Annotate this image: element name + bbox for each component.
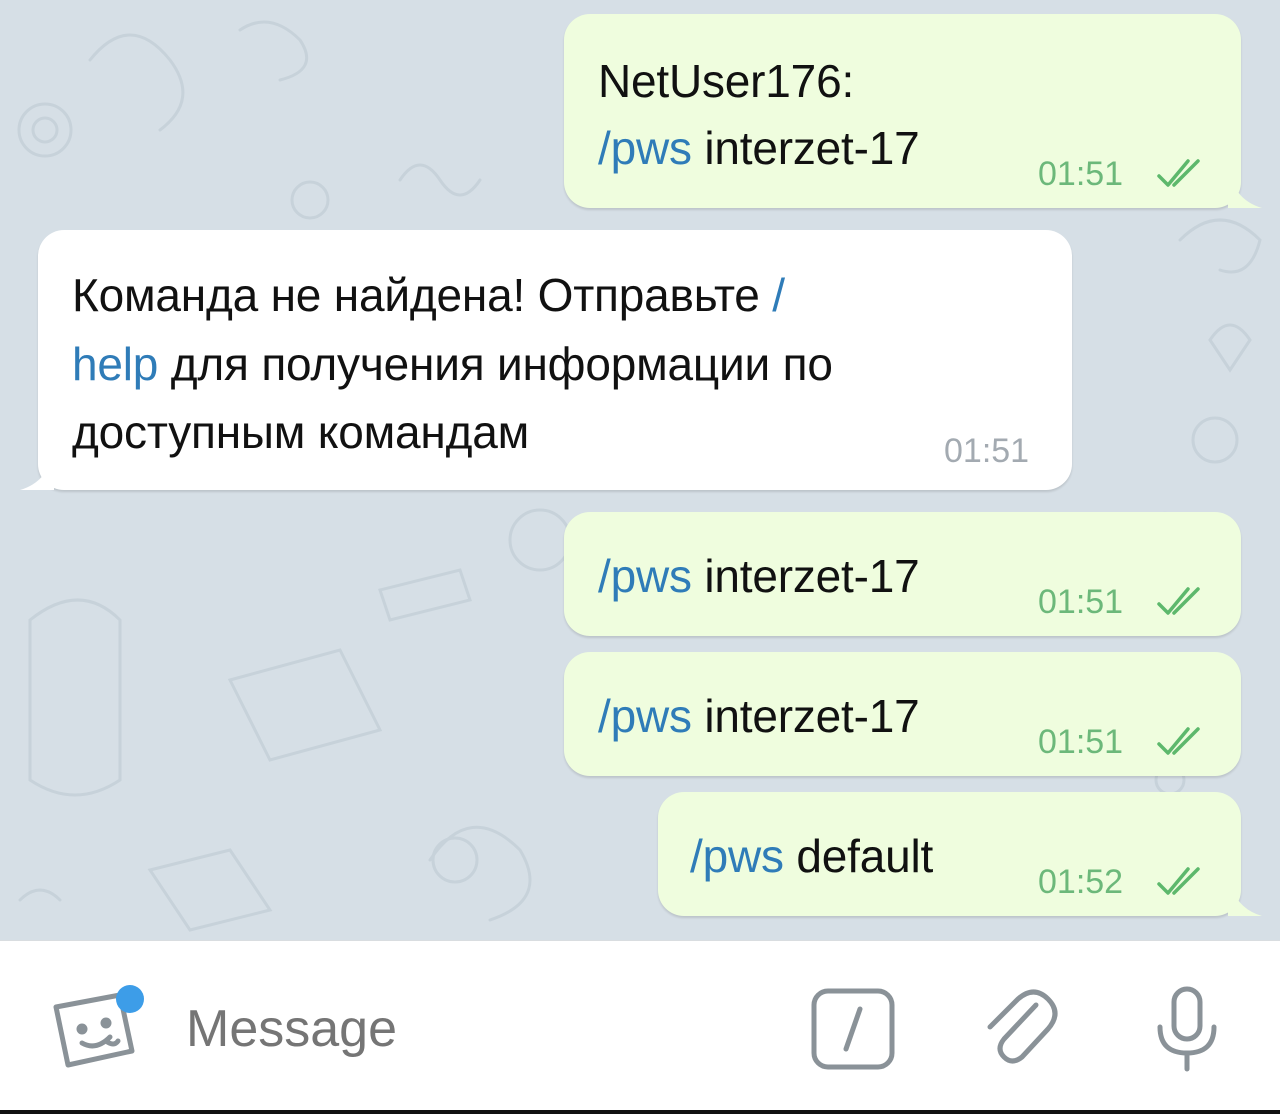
- double-check-icon: [1157, 587, 1200, 615]
- outgoing-message[interactable]: NetUser176: /pws interzet-17 01:51: [564, 14, 1241, 208]
- bubble-tail: [20, 450, 54, 490]
- command-args: interzet-17: [691, 122, 920, 174]
- command-args: default: [783, 830, 934, 882]
- command-args: interzet-17: [691, 690, 920, 742]
- command-link[interactable]: /pws: [690, 830, 784, 882]
- navigation-bar-edge: [0, 1110, 1280, 1114]
- message-time: 01:52: [1038, 863, 1124, 901]
- message-input[interactable]: [186, 999, 746, 1059]
- outgoing-message[interactable]: /pws interzet-17 01:51: [564, 512, 1241, 636]
- command-link[interactable]: /pws: [598, 122, 692, 174]
- message-time: 01:51: [1038, 723, 1124, 761]
- message-time: 01:51: [1038, 583, 1124, 621]
- microphone-icon[interactable]: [1152, 983, 1222, 1075]
- command-link[interactable]: help: [72, 338, 158, 390]
- double-check-icon: [1157, 727, 1200, 755]
- message-text: для получения информации по: [158, 338, 833, 390]
- message-line: help для получения информации по: [72, 330, 833, 399]
- notification-badge: [116, 985, 144, 1013]
- bubble-tail: [1228, 168, 1262, 208]
- message-text: /pws interzet-17: [598, 682, 920, 751]
- bubble-tail: [1228, 876, 1262, 916]
- double-check-icon: [1157, 867, 1200, 895]
- message-sender: NetUser176:: [598, 55, 855, 107]
- message-text: Команда не найдена! Отправьте: [72, 269, 773, 321]
- command-args: interzet-17: [691, 550, 920, 602]
- command-link[interactable]: /: [772, 269, 785, 321]
- bot-command-icon[interactable]: [810, 987, 896, 1071]
- outgoing-message[interactable]: /pws default 01:52: [658, 792, 1241, 916]
- double-check-icon: [1157, 159, 1200, 187]
- message-text: /pws interzet-17: [598, 114, 920, 183]
- chat-area[interactable]: NetUser176: /pws interzet-17 01:51 Коман…: [0, 0, 1280, 940]
- incoming-message[interactable]: Команда не найдена! Отправьте / help для…: [38, 230, 1072, 490]
- message-composer: [0, 940, 1280, 1114]
- attach-icon[interactable]: [982, 987, 1062, 1071]
- command-link[interactable]: /pws: [598, 550, 692, 602]
- message-time: 01:51: [1038, 155, 1124, 193]
- message-text: /pws default: [690, 822, 933, 891]
- outgoing-message[interactable]: /pws interzet-17 01:51: [564, 652, 1241, 776]
- message-line: Команда не найдена! Отправьте /: [72, 261, 785, 330]
- command-link[interactable]: /pws: [598, 690, 692, 742]
- message-line: доступным командам: [72, 406, 530, 458]
- sticker-icon[interactable]: [48, 985, 148, 1071]
- message-text: /pws interzet-17: [598, 542, 920, 611]
- message-time: 01:51: [944, 432, 1030, 470]
